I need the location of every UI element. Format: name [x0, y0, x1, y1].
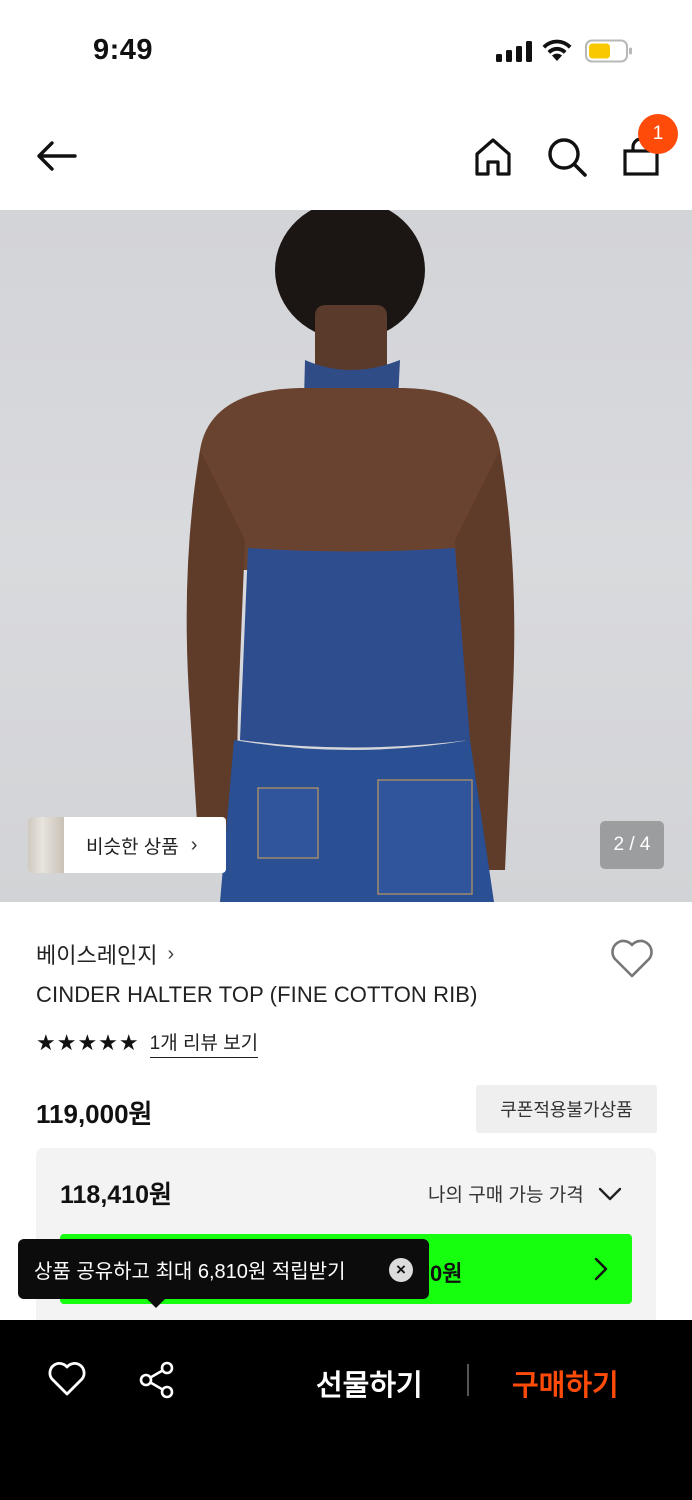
my-available-price: 118,410원 — [60, 1181, 172, 1209]
back-button[interactable] — [30, 132, 82, 180]
product-name: CINDER HALTER TOP (FINE COTTON RIB) — [36, 982, 478, 1007]
status-bar: 9:49 — [0, 0, 692, 100]
status-time: 9:49 — [93, 34, 154, 66]
gift-button[interactable]: 선물하기 — [316, 1362, 423, 1404]
chevron-right-icon: › — [190, 833, 198, 856]
search-icon[interactable] — [544, 134, 590, 180]
home-icon[interactable] — [470, 134, 516, 180]
product-photo — [186, 210, 515, 902]
image-page-indicator: 2 / 4 — [600, 821, 664, 869]
arrow-left-icon — [37, 141, 77, 171]
chevron-right-icon: › — [167, 942, 175, 965]
price-benefit-text: 0원 — [430, 1261, 463, 1286]
heart-icon[interactable] — [47, 1361, 87, 1397]
chevron-down-icon — [598, 1187, 621, 1200]
brand-link[interactable]: 베이스레인지 › — [36, 938, 174, 970]
product-price: 119,000원 — [36, 1099, 153, 1129]
coupon-unavailable-badge: 쿠폰적용불가상품 — [476, 1085, 657, 1133]
share-reward-tooltip: 상품 공유하고 최대 6,810원 적립받기 — [18, 1239, 429, 1299]
bottom-bar-divider — [467, 1364, 469, 1396]
heart-icon[interactable] — [609, 936, 655, 980]
rating-row: ★★★★★ 1개 리뷰 보기 — [36, 1028, 259, 1058]
tooltip-tail — [146, 1298, 166, 1308]
buy-button[interactable]: 구매하기 — [512, 1362, 619, 1404]
close-icon[interactable]: × — [389, 1258, 413, 1282]
share-icon[interactable] — [138, 1361, 176, 1399]
app-header — [0, 100, 692, 210]
my-price-label: 나의 구매 가능 가격 — [428, 1185, 584, 1206]
similar-product-thumbnail — [28, 817, 64, 873]
similar-products-label: 비슷한 상품 — [86, 836, 179, 858]
similar-products-button[interactable]: 비슷한 상품 › — [28, 817, 226, 873]
cart-count-badge: 1 — [638, 114, 678, 154]
cellular-signal-icon — [496, 40, 532, 62]
wifi-icon — [542, 39, 572, 61]
tooltip-text: 상품 공유하고 최대 6,810원 적립받기 — [34, 1260, 346, 1283]
view-reviews-link[interactable]: 1개 리뷰 보기 — [149, 1028, 259, 1058]
chevron-right-icon — [594, 1257, 608, 1281]
my-price-toggle[interactable]: 나의 구매 가능 가격 — [428, 1180, 622, 1207]
star-rating: ★★★★★ — [36, 1030, 140, 1055]
bottom-action-bar — [0, 1320, 692, 1500]
brand-name: 베이스레인지 — [36, 943, 158, 968]
battery-icon — [585, 39, 632, 63]
product-image[interactable] — [0, 210, 692, 902]
